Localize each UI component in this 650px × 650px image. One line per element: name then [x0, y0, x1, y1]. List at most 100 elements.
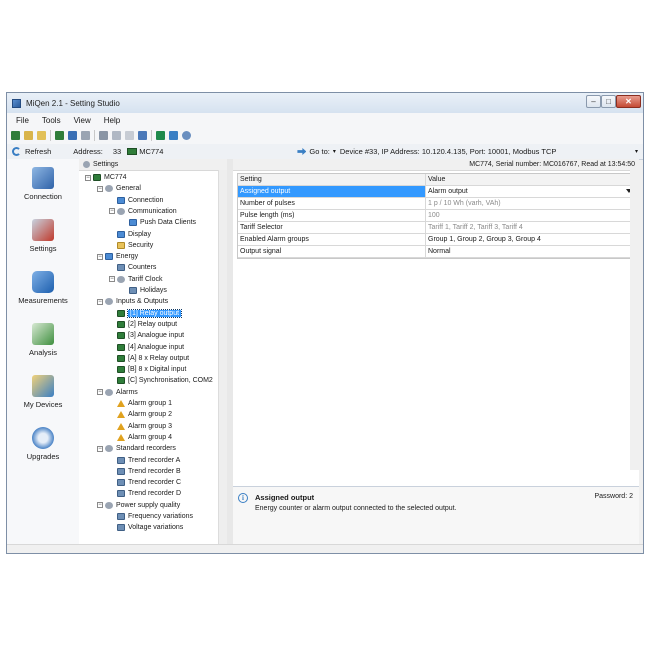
nav-upgrades-label: Upgrades	[26, 452, 60, 461]
tree-node[interactable]: Trend recorder A	[109, 455, 180, 466]
tree-node-label: Counters	[128, 264, 157, 272]
column-header-setting[interactable]: Setting	[238, 174, 426, 185]
tree-node[interactable]: Alarm group 2	[109, 409, 172, 420]
collapse-toggle-icon[interactable]: −	[109, 208, 115, 215]
nav-settings[interactable]: Settings	[7, 219, 79, 253]
folder-icon[interactable]	[37, 131, 46, 140]
collapse-toggle-icon[interactable]: −	[97, 445, 103, 452]
tree-node-label: Voltage variations	[128, 524, 184, 532]
nav-upgrades[interactable]: Upgrades	[7, 427, 79, 461]
tree-node[interactable]: [C] Synchronisation, COM2	[109, 375, 213, 386]
settings-panel: MC774, Serial number: MC016767, Read at …	[233, 159, 639, 545]
settings-row[interactable]: Output signal Normal	[238, 246, 636, 258]
tree-node[interactable]: − Inputs & Outputs	[97, 296, 168, 307]
tree-node[interactable]: Frequency variations	[109, 511, 193, 522]
menu-tools[interactable]: Tools	[42, 116, 61, 125]
collapse-toggle-icon[interactable]: −	[85, 174, 91, 181]
collapse-toggle-icon[interactable]: −	[97, 298, 103, 305]
collapse-toggle-icon[interactable]: −	[97, 389, 103, 396]
settings-row[interactable]: Tariff Selector Tariff 1, Tariff 2, Tarif…	[238, 222, 636, 234]
collapse-toggle-icon[interactable]: −	[97, 185, 103, 192]
address-label: Address:	[73, 147, 103, 156]
document-icon[interactable]	[81, 131, 90, 140]
tree-node[interactable]: [A] 8 x Relay output	[109, 353, 189, 364]
menu-help[interactable]: Help	[104, 116, 120, 125]
collapse-toggle-icon[interactable]: −	[97, 253, 103, 260]
setting-value-dropdown[interactable]: Alarm output	[426, 186, 636, 197]
print-icon[interactable]	[99, 131, 108, 140]
settings-row[interactable]: Pulse length (ms) 100	[238, 210, 636, 222]
tree-node[interactable]: Alarm group 1	[109, 398, 172, 409]
minimize-button[interactable]: –	[586, 95, 601, 108]
goto-dropdown-arrow[interactable]: ▾	[635, 148, 638, 155]
address-field[interactable]: 33 MC774	[113, 147, 164, 156]
nav-my-devices[interactable]: My Devices	[7, 375, 79, 409]
chevron-down-icon[interactable]: ▾	[333, 148, 336, 155]
collapse-toggle-icon[interactable]: −	[97, 502, 103, 509]
tree-node[interactable]: Trend recorder B	[109, 466, 181, 477]
tree-node[interactable]: Alarm group 3	[109, 421, 172, 432]
recorders-icon	[105, 445, 113, 453]
tree-node[interactable]: [4] Analogue input	[109, 342, 184, 353]
tree-node[interactable]: Voltage variations	[109, 522, 183, 533]
setting-value[interactable]: Normal	[426, 246, 636, 257]
transfer-icon[interactable]	[169, 131, 178, 140]
refresh-icon[interactable]	[12, 147, 21, 156]
tree-scrollbar[interactable]	[218, 170, 227, 545]
tree-node-label: [3] Analogue input	[128, 332, 185, 340]
panel-scrollbar[interactable]	[630, 170, 639, 470]
tree-node[interactable]: − Communication	[109, 206, 177, 217]
tree-node[interactable]: Counters	[109, 262, 156, 273]
new-icon[interactable]	[11, 131, 20, 140]
app-icon	[12, 98, 21, 108]
setting-value-text: Group 1, Group 2, Group 3, Group 4	[428, 236, 541, 243]
tree-node[interactable]: Push Data Clients	[121, 217, 196, 228]
tree-node[interactable]: [2] Relay output	[109, 319, 177, 330]
tree-node[interactable]: − Standard recorders	[97, 443, 176, 454]
nav-measurements[interactable]: Measurements	[7, 271, 79, 305]
tree-node-label: Security	[128, 241, 154, 249]
settings-row[interactable]: Number of pulses 1 p / 10 Wh (varh, VAh)	[238, 198, 636, 210]
menu-file[interactable]: File	[16, 116, 29, 125]
tree-node[interactable]: Trend recorder D	[109, 488, 181, 499]
collapse-toggle-icon[interactable]: −	[109, 276, 115, 283]
settings-row[interactable]: Assigned output Alarm output	[238, 186, 636, 198]
tree-node[interactable]: − Alarms	[97, 387, 138, 398]
tree-node[interactable]: − Energy	[97, 251, 138, 262]
nav-analysis[interactable]: Analysis	[7, 323, 79, 357]
tree-node[interactable]: Trend recorder C	[109, 477, 181, 488]
tree-node[interactable]: Alarm group 4	[109, 432, 172, 443]
tree-node[interactable]: [3] Analogue input	[109, 330, 184, 341]
menu-view[interactable]: View	[74, 116, 91, 125]
tree-node-label: [2] Relay output	[128, 320, 178, 328]
save-icon[interactable]	[68, 131, 77, 140]
open-icon[interactable]	[24, 131, 33, 140]
tree-node[interactable]: [B] 8 x Digital input	[109, 364, 186, 375]
tree-node[interactable]: − Power supply quality	[97, 500, 180, 511]
tree-node[interactable]: Holidays	[121, 285, 167, 296]
tree-node[interactable]: Security	[109, 240, 153, 251]
close-button[interactable]: ✕	[616, 95, 641, 108]
tree-node[interactable]: Connection	[109, 195, 163, 206]
refresh-button[interactable]: Refresh	[25, 147, 51, 156]
tag-icon[interactable]	[138, 131, 147, 140]
column-header-value[interactable]: Value	[426, 174, 636, 185]
goto-control[interactable]: Go to: ▾ Device #33, IP Address: 10.120.…	[297, 147, 556, 156]
nav-connection[interactable]: Connection	[7, 167, 79, 201]
print-preview-icon[interactable]	[112, 131, 121, 140]
maximize-button[interactable]: □	[601, 95, 616, 108]
settings-row[interactable]: Enabled Alarm groups Group 1, Group 2, Gr…	[238, 234, 636, 246]
tree-node[interactable]: [1] Relay output	[109, 308, 183, 319]
monitor-icon[interactable]	[156, 131, 165, 140]
copy-icon[interactable]	[125, 131, 134, 140]
setting-value[interactable]: Group 1, Group 2, Group 3, Group 4	[426, 234, 636, 245]
globe-icon[interactable]	[182, 131, 191, 140]
tree-node[interactable]: − General	[97, 183, 141, 194]
device-icon[interactable]	[55, 131, 64, 140]
tree-node[interactable]: Display	[109, 229, 151, 240]
tree-node[interactable]: − MC774	[85, 172, 127, 183]
tree-node[interactable]: − Tariff Clock	[109, 274, 163, 285]
nav-connection-label: Connection	[24, 192, 62, 201]
quality-icon	[105, 501, 113, 509]
toolbar-separator	[94, 130, 95, 141]
